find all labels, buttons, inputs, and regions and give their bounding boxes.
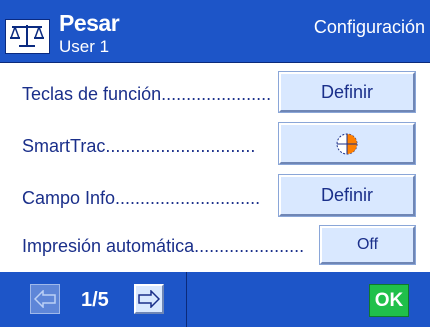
row-label-info-field: Campo Info............................. — [22, 188, 261, 208]
row-label-smarttrac: SmartTrac.............................. — [22, 136, 256, 156]
next-page-button[interactable] — [134, 284, 164, 314]
arrow-left-icon — [34, 290, 56, 308]
header-bar: Pesar User 1 Configuración — [0, 0, 430, 62]
row-label-function-keys: Teclas de función....................... — [22, 84, 272, 104]
define-info-field-button[interactable]: Definir — [278, 174, 416, 217]
row-label-auto-print: Impresión automática....................… — [22, 236, 305, 256]
smarttrac-button[interactable] — [278, 122, 416, 165]
smarttrac-icon — [336, 133, 358, 154]
auto-print-toggle-button[interactable]: Off — [319, 225, 416, 265]
footer-divider — [186, 272, 187, 327]
footer-bar: 1/5 OK — [0, 272, 430, 327]
weighing-config-screen: Pesar User 1 Configuración Teclas de fun… — [0, 0, 430, 327]
header-divider — [0, 62, 430, 63]
section-title: Configuración — [313, 17, 425, 37]
page-indicator: 1/5 — [81, 289, 109, 311]
arrow-right-icon — [138, 290, 160, 308]
ok-button[interactable]: OK — [369, 284, 409, 317]
define-function-keys-button[interactable]: Definir — [278, 71, 416, 113]
user-label: User 1 — [59, 37, 110, 56]
scale-icon — [5, 19, 50, 54]
app-title: Pesar — [59, 10, 120, 36]
prev-page-button[interactable] — [30, 284, 60, 314]
